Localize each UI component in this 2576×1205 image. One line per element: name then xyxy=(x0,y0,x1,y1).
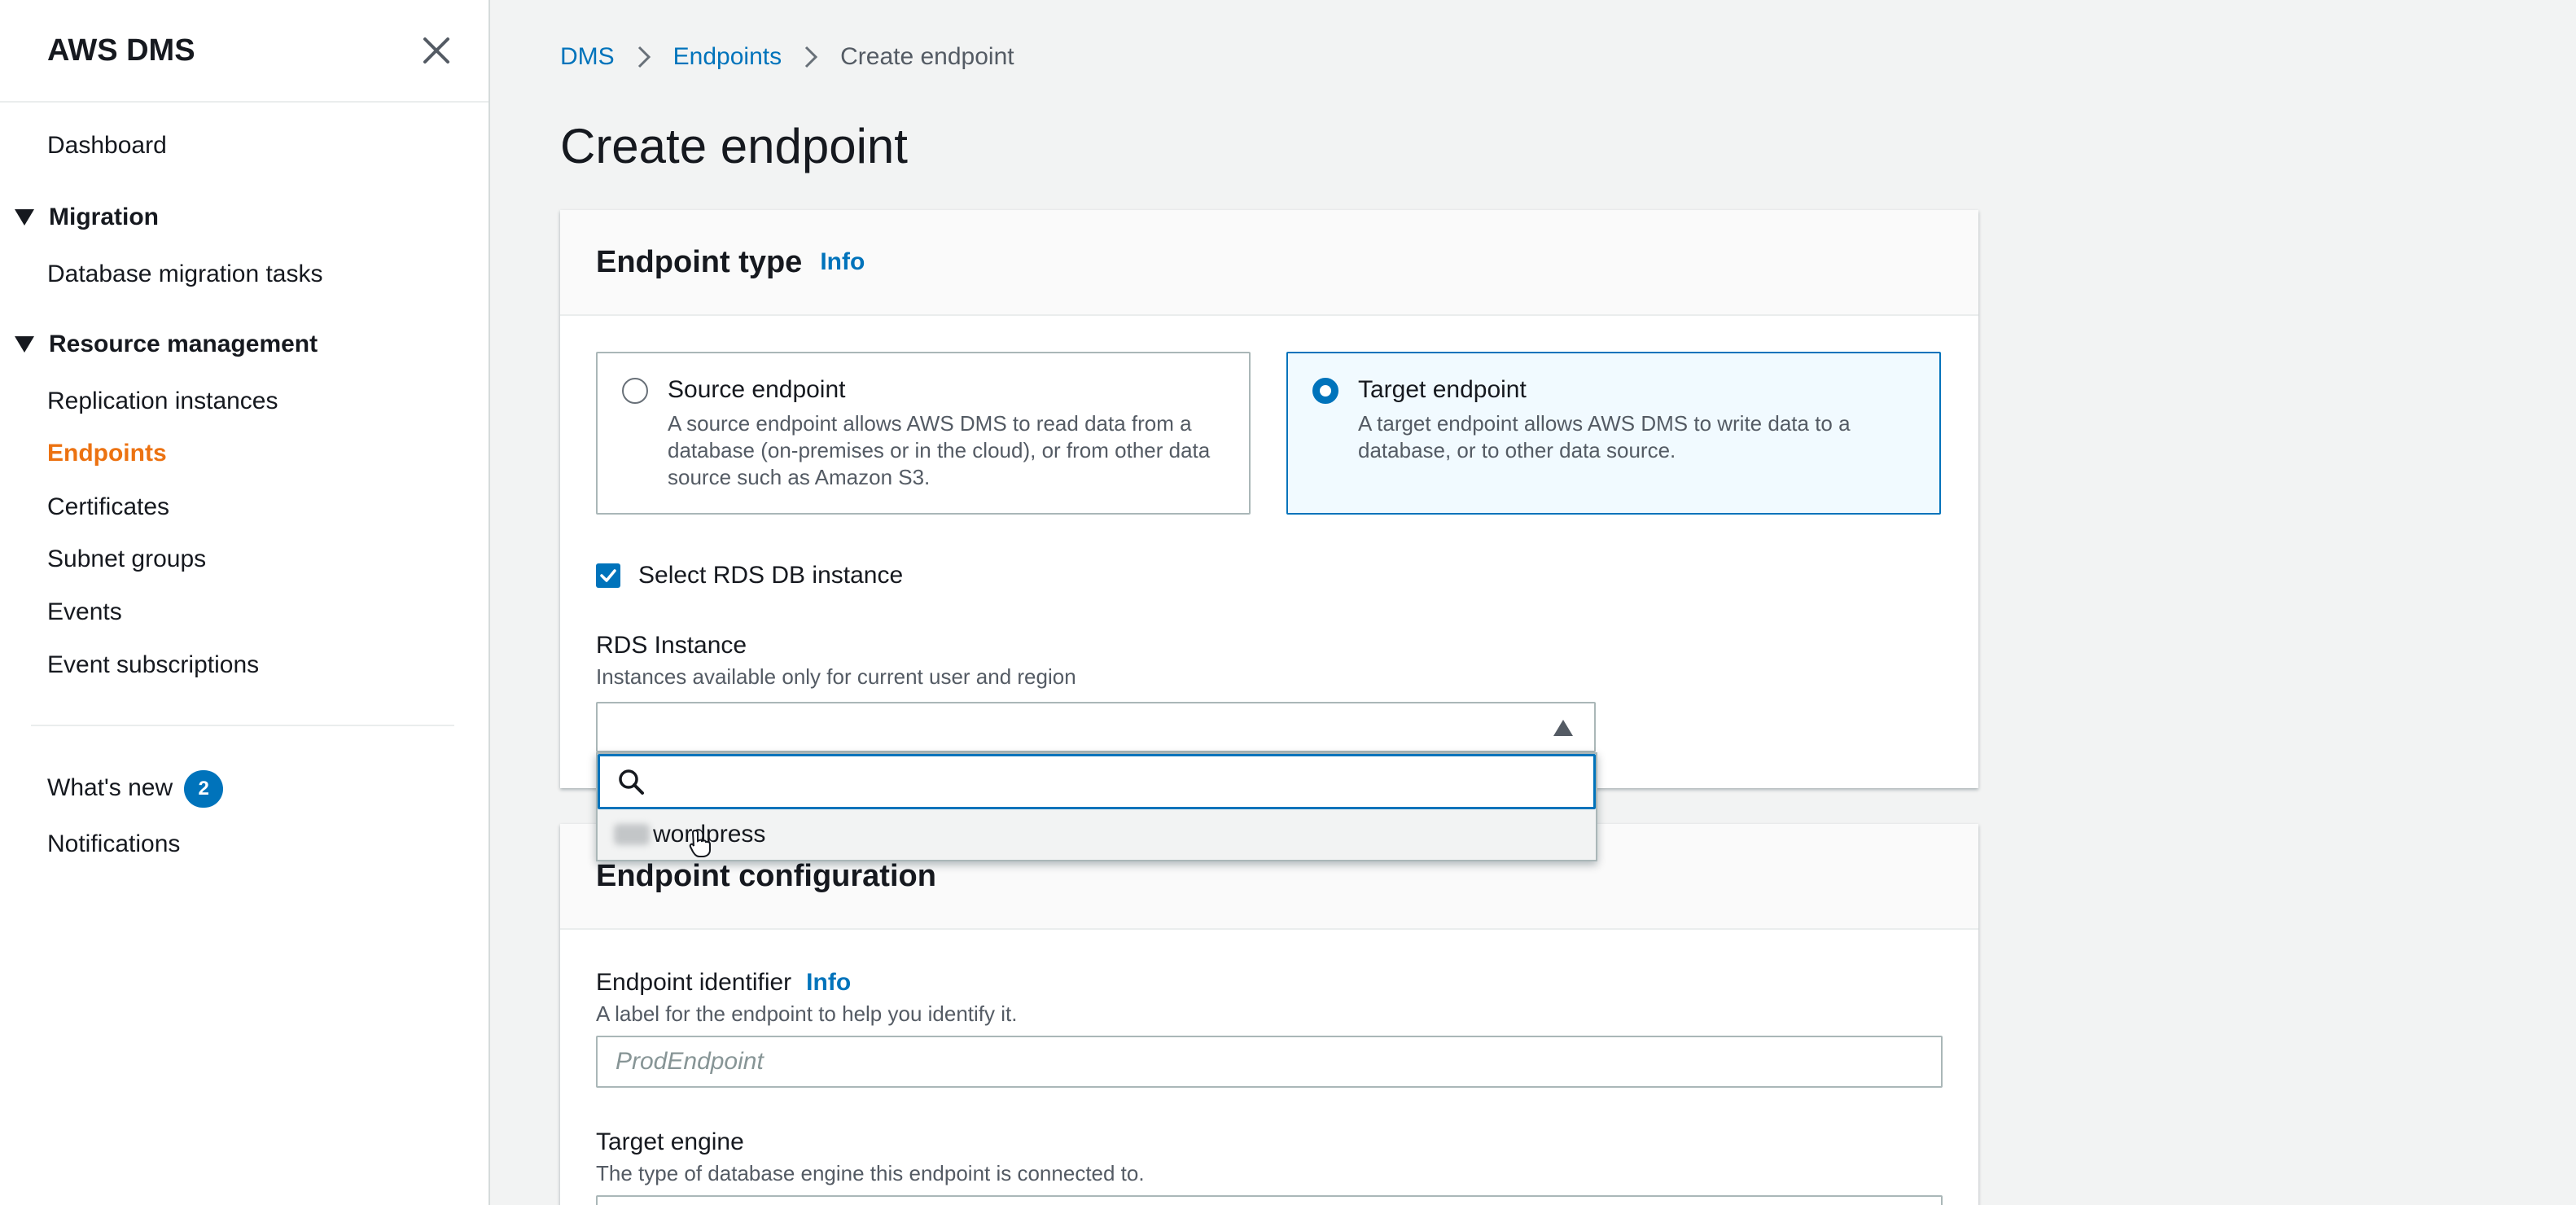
sidebar-section-label: Resource management xyxy=(49,331,318,357)
target-engine-label: Target engine xyxy=(596,1128,744,1155)
select-rds-checkbox[interactable] xyxy=(596,563,620,588)
sidebar-item-endpoints[interactable]: Endpoints xyxy=(47,440,167,467)
chevron-right-icon xyxy=(637,46,651,68)
sidebar-item-event-subscriptions[interactable]: Event subscriptions xyxy=(47,651,259,679)
caret-down-icon xyxy=(15,336,34,353)
rds-instance-description: Instances available only for current use… xyxy=(596,664,1076,689)
breadcrumb-current: Create endpoint xyxy=(840,43,1014,70)
target-endpoint-radio[interactable] xyxy=(1312,378,1338,404)
select-rds-row[interactable]: Select RDS DB instance xyxy=(596,562,903,589)
search-icon xyxy=(619,769,644,795)
endpoint-configuration-card: Endpoint configuration Endpoint identifi… xyxy=(560,824,1978,1205)
sidebar-title: AWS DMS xyxy=(47,33,195,68)
page-title: Create endpoint xyxy=(560,119,908,173)
source-endpoint-title: Source endpoint xyxy=(668,376,846,403)
sidebar-item-replication-instances[interactable]: Replication instances xyxy=(47,388,278,415)
hand-pointer-cursor-icon xyxy=(689,829,711,857)
target-engine-description: The type of database engine this endpoin… xyxy=(596,1161,1145,1185)
sidebar-section-migration[interactable]: Migration xyxy=(15,204,159,231)
rds-instance-label: RDS Instance xyxy=(596,632,747,659)
breadcrumb-link-endpoints[interactable]: Endpoints xyxy=(673,43,782,71)
sidebar-section-resource-management[interactable]: Resource management xyxy=(15,331,318,358)
rds-instance-option[interactable]: wordpress xyxy=(598,809,1596,860)
caret-up-icon xyxy=(1553,720,1573,736)
notification-count-badge: 2 xyxy=(184,770,224,808)
rds-instance-search-input[interactable] xyxy=(657,768,1553,795)
select-rds-label: Select RDS DB instance xyxy=(638,562,904,589)
caret-down-icon xyxy=(15,209,34,226)
redacted-text xyxy=(614,824,650,845)
sidebar-section-label: Migration xyxy=(49,204,159,230)
endpoint-identifier-label-row: Endpoint identifier Info xyxy=(596,969,851,997)
endpoint-type-info-link[interactable]: Info xyxy=(820,248,865,276)
sidebar-item-certificates[interactable]: Certificates xyxy=(47,493,169,521)
endpoint-identifier-input[interactable] xyxy=(596,1036,1943,1088)
rds-instance-select[interactable] xyxy=(596,702,1596,752)
card-header: Endpoint type Info xyxy=(560,210,1978,316)
source-endpoint-radio[interactable] xyxy=(622,378,648,404)
rds-instance-search[interactable] xyxy=(598,754,1596,809)
close-icon[interactable] xyxy=(420,34,453,67)
endpoint-configuration-heading: Endpoint configuration xyxy=(596,858,936,893)
sidebar-item-subnet-groups[interactable]: Subnet groups xyxy=(47,546,206,573)
checkmark-icon xyxy=(600,569,616,582)
target-endpoint-tile[interactable]: Target endpoint A target endpoint allows… xyxy=(1286,352,1941,515)
endpoint-identifier-info-link[interactable]: Info xyxy=(806,969,851,997)
source-endpoint-tile[interactable]: Source endpoint A source endpoint allows… xyxy=(596,352,1251,515)
target-endpoint-description: A target endpoint allows AWS DMS to writ… xyxy=(1358,411,1851,462)
chevron-right-icon xyxy=(805,46,818,68)
source-endpoint-description: A source endpoint allows AWS DMS to read… xyxy=(668,411,1211,489)
sidebar-header: AWS DMS xyxy=(0,0,488,103)
sidebar-item-label: What's new xyxy=(47,773,173,801)
sidebar-divider xyxy=(31,725,454,726)
endpoint-identifier-description: A label for the endpoint to help you ide… xyxy=(596,1001,1018,1026)
target-endpoint-title: Target endpoint xyxy=(1358,376,1527,403)
breadcrumb-link-dms[interactable]: DMS xyxy=(560,43,615,71)
endpoint-identifier-label: Endpoint identifier xyxy=(596,969,792,996)
breadcrumb: DMS Endpoints Create endpoint xyxy=(560,41,1014,73)
sidebar-item-whats-new[interactable]: What's new 2 xyxy=(47,770,224,808)
target-engine-select[interactable] xyxy=(596,1195,1943,1205)
sidebar: AWS DMS Dashboard Migration Database mig… xyxy=(0,0,490,1205)
sidebar-item-notifications[interactable]: Notifications xyxy=(47,830,180,858)
endpoint-type-heading: Endpoint type xyxy=(596,244,803,279)
sidebar-item-database-migration-tasks[interactable]: Database migration tasks xyxy=(47,261,323,288)
sidebar-item-dashboard[interactable]: Dashboard xyxy=(47,132,167,160)
sidebar-item-events[interactable]: Events xyxy=(47,598,122,626)
rds-instance-dropdown: wordpress xyxy=(596,752,1597,861)
endpoint-type-card: Endpoint type Info Source endpoint A sou… xyxy=(560,210,1978,788)
